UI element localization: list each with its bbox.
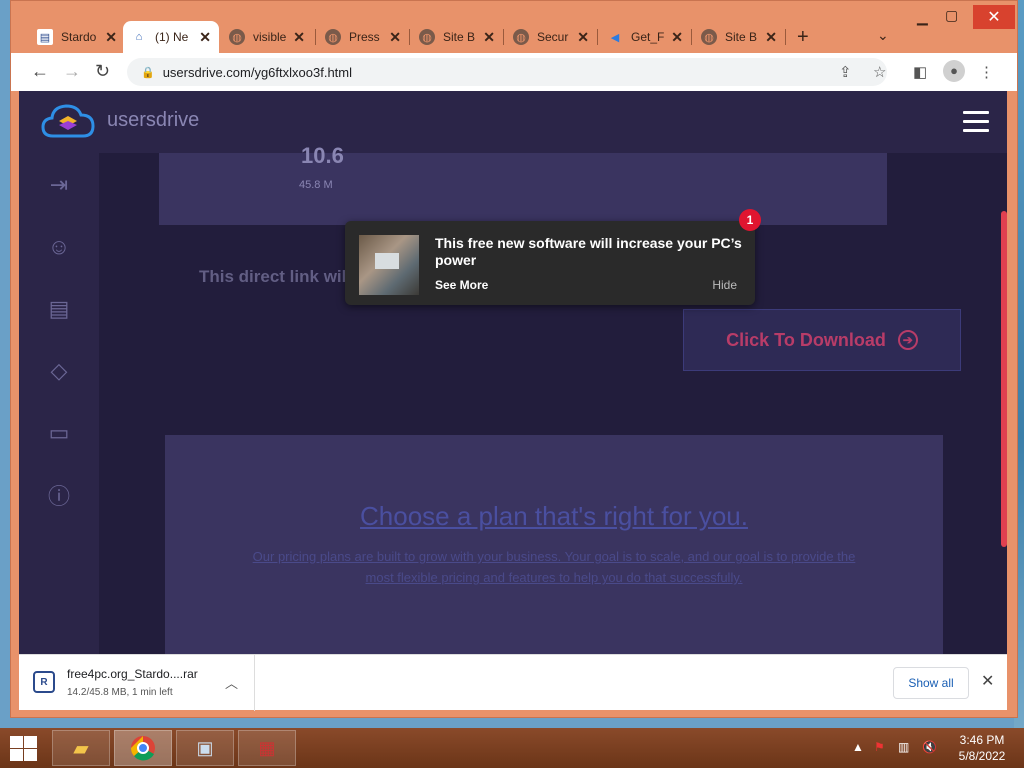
plans-heading[interactable]: Choose a plan that's right for you. xyxy=(165,501,943,532)
minimize-button[interactable]: ▁ xyxy=(917,9,928,26)
lock-icon[interactable]: 🔒 xyxy=(141,66,155,79)
tab-visible[interactable]: ◍ visible ✕ xyxy=(221,21,313,53)
site-logo-text[interactable]: usersdrive xyxy=(107,109,199,132)
tab-separator xyxy=(503,29,504,45)
see-more-button[interactable]: See More xyxy=(435,278,488,292)
news-icon[interactable]: ▤ xyxy=(45,295,73,323)
download-shelf: R free4pc.org_Stardo....rar 14.2/45.8 MB… xyxy=(19,654,1007,711)
close-shelf-icon[interactable]: ✕ xyxy=(981,671,994,691)
notification-title: This free new software will increase you… xyxy=(435,235,742,268)
clock-time: 3:46 PM xyxy=(959,733,1005,747)
file-size: 45.8 M xyxy=(299,179,333,191)
arrow-right-circle-icon: ➔ xyxy=(897,330,918,350)
tab-separator xyxy=(315,29,316,45)
tab-strip: ▤ Stardo ✕ ⌂ (1) Ne ✕ ◍ visible ✕ ◍ Pres… xyxy=(11,1,1017,53)
tab-site-b-2[interactable]: ◍ Site B ✕ xyxy=(693,21,785,53)
chevron-up-icon[interactable]: ︿ xyxy=(225,673,238,692)
notification-popup[interactable]: This free new software will increase you… xyxy=(345,209,761,305)
chrome-icon[interactable] xyxy=(114,730,172,766)
reload-icon[interactable]: ↻ xyxy=(95,61,110,82)
back-icon[interactable]: ← xyxy=(31,61,49,82)
forward-icon[interactable]: → xyxy=(63,61,81,82)
pricing-section: Choose a plan that's right for you. Our … xyxy=(165,435,943,654)
tab-secur[interactable]: ◍ Secur ✕ xyxy=(505,21,597,53)
windows-start-icon[interactable] xyxy=(8,734,38,762)
page-scrollbar[interactable] xyxy=(1001,211,1007,547)
tray-overflow-icon[interactable]: ▲ xyxy=(852,740,864,754)
tab-separator xyxy=(785,29,786,45)
notification-badge: 1 xyxy=(739,209,761,231)
tab-stardo[interactable]: ▤ Stardo ✕ xyxy=(29,21,125,53)
globe-icon: ◍ xyxy=(701,29,717,45)
add-user-icon[interactable]: ☺ xyxy=(45,233,73,261)
file-title: 10.6 xyxy=(301,143,344,168)
window-close-button[interactable]: ✕ xyxy=(973,5,1015,29)
close-tab-icon[interactable]: ✕ xyxy=(199,29,211,46)
page-icon: ▤ xyxy=(37,29,53,45)
usersdrive-logo-icon[interactable] xyxy=(41,103,95,139)
maximize-button[interactable]: ▢ xyxy=(945,7,958,24)
show-all-button[interactable]: Show all xyxy=(893,667,969,699)
system-clock[interactable]: 3:46 PM 5/8/2022 xyxy=(950,732,1014,764)
new-tab-button[interactable]: + xyxy=(797,26,809,49)
tab-separator xyxy=(409,29,410,45)
bookmark-star-icon[interactable]: ☆ xyxy=(873,63,886,81)
clock-date: 5/8/2022 xyxy=(958,749,1006,763)
tab-separator xyxy=(597,29,598,45)
site-sidebar: ⇥ ☺ ▤ ◇ ▭ ⓘ xyxy=(19,153,99,654)
close-tab-icon[interactable]: ✕ xyxy=(483,29,495,46)
notification-thumbnail xyxy=(359,235,419,295)
close-tab-icon[interactable]: ✕ xyxy=(293,29,305,46)
info-icon[interactable]: ⓘ xyxy=(45,481,73,509)
globe-icon: ◍ xyxy=(419,29,435,45)
login-icon[interactable]: ⇥ xyxy=(45,171,73,199)
close-tab-icon[interactable]: ✕ xyxy=(765,29,777,46)
premium-diamond-icon[interactable]: ◇ xyxy=(45,357,73,385)
share-icon[interactable]: ⇪ xyxy=(839,63,852,81)
tab-press[interactable]: ◍ Press ✕ xyxy=(317,21,409,53)
download-filename: free4pc.org_Stardo....rar xyxy=(67,667,198,681)
volume-muted-icon[interactable]: 🔇 xyxy=(922,740,937,754)
money-icon[interactable]: ▭ xyxy=(45,419,73,447)
hide-button[interactable]: Hide xyxy=(712,278,737,292)
browser-toolbar: ← → ↻ 🔒 usersdrive.com/yg6ftxlxoo3f.html… xyxy=(11,53,1017,91)
web-page: usersdrive ⇥ ☺ ▤ ◇ ▭ ⓘ 10.6 45.8 M This … xyxy=(19,91,1007,654)
close-tab-icon[interactable]: ✕ xyxy=(105,29,117,46)
action-center-flag-icon[interactable]: ⚑ xyxy=(874,740,885,754)
address-bar[interactable]: 🔒 usersdrive.com/yg6ftxlxoo3f.html xyxy=(127,58,887,86)
close-tab-icon[interactable]: ✕ xyxy=(577,29,589,46)
network-icon[interactable]: ▥ xyxy=(898,740,909,754)
file-info-card: 10.6 45.8 M xyxy=(159,143,887,225)
browser-window: ▤ Stardo ✕ ⌂ (1) Ne ✕ ◍ visible ✕ ◍ Pres… xyxy=(10,0,1018,718)
rar-file-icon: R xyxy=(33,671,55,693)
close-tab-icon[interactable]: ✕ xyxy=(671,29,683,46)
site-header: usersdrive xyxy=(19,91,1007,153)
winrar-icon[interactable]: ▦ xyxy=(238,730,296,766)
tab-active[interactable]: ⌂ (1) Ne ✕ xyxy=(123,21,219,53)
hamburger-menu-icon[interactable] xyxy=(963,111,989,132)
fish-icon: ◀ xyxy=(610,31,620,44)
profile-avatar[interactable]: ● xyxy=(943,60,965,82)
globe-icon: ◍ xyxy=(229,29,245,45)
url-text: usersdrive.com/yg6ftxlxoo3f.html xyxy=(162,64,352,80)
tab-separator xyxy=(691,29,692,45)
taskbar: ▰ ▣ ▦ ▲ ⚑ ▥ 🔇 3:46 PM 5/8/2022 xyxy=(0,728,1024,768)
tab-get-f[interactable]: ◀ Get_F ✕ xyxy=(599,21,691,53)
globe-icon: ◍ xyxy=(513,29,529,45)
file-explorer-icon[interactable]: ▰ xyxy=(52,730,110,766)
menu-kebab-icon[interactable]: ⋮ xyxy=(979,63,994,81)
tab-search-chevron-icon[interactable]: ⌄ xyxy=(877,27,889,44)
click-to-download-button[interactable]: Click To Download ➔ xyxy=(683,309,961,371)
close-tab-icon[interactable]: ✕ xyxy=(389,29,401,46)
home-icon: ⌂ xyxy=(135,31,143,43)
globe-icon: ◍ xyxy=(325,29,341,45)
tab-site-b-1[interactable]: ◍ Site B ✕ xyxy=(411,21,503,53)
plans-description[interactable]: Our pricing plans are built to grow with… xyxy=(249,546,859,588)
download-status: 14.2/45.8 MB, 1 min left xyxy=(67,687,173,698)
task-manager-icon[interactable]: ▣ xyxy=(176,730,234,766)
side-panel-icon[interactable]: ◧ xyxy=(913,63,927,81)
download-item[interactable]: R free4pc.org_Stardo....rar 14.2/45.8 MB… xyxy=(19,655,255,711)
